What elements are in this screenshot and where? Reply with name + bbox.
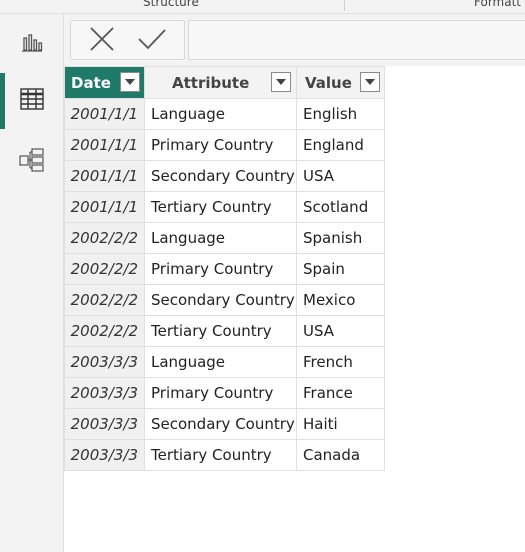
model-view-icon (18, 148, 45, 176)
model-view-button[interactable] (0, 134, 63, 190)
attribute-cell[interactable]: Primary Country (144, 253, 297, 285)
table-row[interactable]: 2001/1/1 Language English (64, 98, 385, 130)
table-row[interactable]: 2003/3/3 Tertiary Country Canada (64, 439, 385, 471)
table-row[interactable]: 2002/2/2 Tertiary Country USA (64, 315, 385, 347)
date-cell[interactable]: 2003/3/3 (64, 408, 145, 440)
attribute-cell[interactable]: Primary Country (144, 377, 297, 409)
table-row[interactable]: 2002/2/2 Language Spanish (64, 222, 385, 254)
cancel-button[interactable] (87, 27, 117, 55)
value-cell[interactable]: Mexico (296, 284, 385, 316)
value-cell[interactable]: Canada (296, 439, 385, 471)
attribute-cell[interactable]: Primary Country (144, 129, 297, 161)
filter-dropdown-button[interactable] (120, 72, 140, 92)
formula-input[interactable] (188, 20, 525, 60)
chevron-down-icon (365, 79, 375, 85)
filter-dropdown-button[interactable] (271, 72, 291, 92)
attribute-cell[interactable]: Secondary Country (144, 160, 297, 192)
attribute-cell[interactable]: Secondary Country (144, 284, 297, 316)
header-row: Date Attribute Value (64, 66, 385, 99)
column-header-date[interactable]: Date (64, 66, 145, 99)
attribute-cell[interactable]: Language (144, 222, 297, 254)
column-header-label: Attribute (172, 74, 250, 92)
attribute-cell[interactable]: Language (144, 98, 297, 130)
table-row[interactable]: 2003/3/3 Primary Country France (64, 377, 385, 409)
value-cell[interactable]: French (296, 346, 385, 378)
attribute-cell[interactable]: Secondary Country (144, 408, 297, 440)
date-cell[interactable]: 2001/1/1 (64, 129, 145, 161)
date-cell[interactable]: 2001/1/1 (64, 98, 145, 130)
attribute-cell[interactable]: Tertiary Country (144, 439, 297, 471)
data-table: Date Attribute Value 2001/1/1 Language E… (64, 66, 385, 471)
ribbon-strip: Structure Formatt (0, 0, 525, 14)
data-grid-area: Date Attribute Value 2001/1/1 Language E… (64, 66, 525, 552)
attribute-cell[interactable]: Language (144, 346, 297, 378)
data-view-icon (19, 88, 44, 114)
chevron-down-icon (276, 79, 286, 85)
date-cell[interactable]: 2002/2/2 (64, 253, 145, 285)
check-icon (137, 27, 167, 55)
view-switcher-sidebar (0, 14, 64, 552)
value-cell[interactable]: Scotland (296, 191, 385, 223)
value-cell[interactable]: England (296, 129, 385, 161)
commit-button[interactable] (137, 27, 167, 55)
formula-actions (70, 20, 185, 60)
column-header-label: Value (305, 74, 352, 92)
data-view-button[interactable] (0, 73, 63, 129)
attribute-cell[interactable]: Tertiary Country (144, 315, 297, 347)
value-cell[interactable]: English (296, 98, 385, 130)
table-row[interactable]: 2001/1/1 Tertiary Country Scotland (64, 191, 385, 223)
table-row[interactable]: 2002/2/2 Primary Country Spain (64, 253, 385, 285)
date-cell[interactable]: 2001/1/1 (64, 160, 145, 192)
filter-dropdown-button[interactable] (360, 72, 380, 92)
chevron-down-icon (125, 79, 135, 85)
report-view-icon (21, 32, 43, 56)
formula-bar (70, 20, 525, 60)
ribbon-group-structure: Structure (143, 0, 199, 9)
date-cell[interactable]: 2003/3/3 (64, 439, 145, 471)
table-row[interactable]: 2001/1/1 Secondary Country USA (64, 160, 385, 192)
date-cell[interactable]: 2001/1/1 (64, 191, 145, 223)
table-row[interactable]: 2003/3/3 Language French (64, 346, 385, 378)
report-view-button[interactable] (0, 16, 63, 72)
table-row[interactable]: 2001/1/1 Primary Country England (64, 129, 385, 161)
value-cell[interactable]: Spain (296, 253, 385, 285)
attribute-cell[interactable]: Tertiary Country (144, 191, 297, 223)
column-header-value[interactable]: Value (296, 66, 385, 99)
close-icon (89, 26, 115, 56)
table-row[interactable]: 2002/2/2 Secondary Country Mexico (64, 284, 385, 316)
column-header-label: Date (71, 74, 111, 92)
date-cell[interactable]: 2003/3/3 (64, 377, 145, 409)
date-cell[interactable]: 2002/2/2 (64, 315, 145, 347)
date-cell[interactable]: 2002/2/2 (64, 222, 145, 254)
ribbon-divider (344, 0, 345, 11)
value-cell[interactable]: USA (296, 160, 385, 192)
ribbon-group-formatting: Formatt (474, 0, 521, 9)
value-cell[interactable]: Haiti (296, 408, 385, 440)
date-cell[interactable]: 2002/2/2 (64, 284, 145, 316)
value-cell[interactable]: USA (296, 315, 385, 347)
column-header-attribute[interactable]: Attribute (144, 66, 297, 99)
value-cell[interactable]: Spanish (296, 222, 385, 254)
value-cell[interactable]: France (296, 377, 385, 409)
date-cell[interactable]: 2003/3/3 (64, 346, 145, 378)
table-row[interactable]: 2003/3/3 Secondary Country Haiti (64, 408, 385, 440)
